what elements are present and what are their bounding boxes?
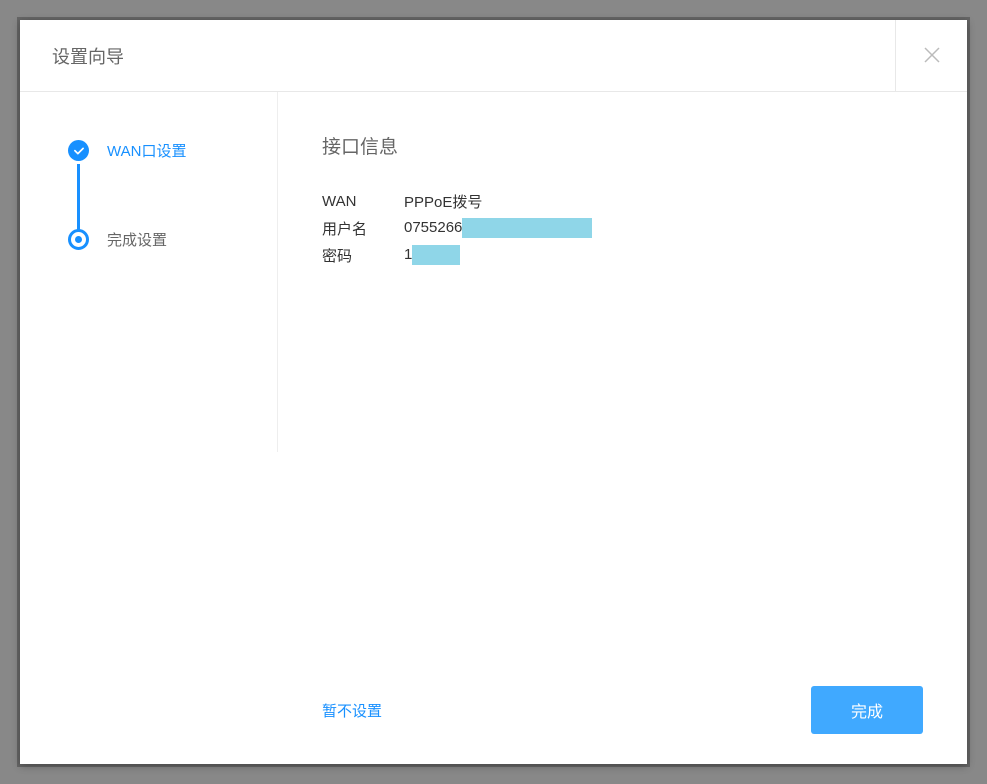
info-value: PPPoE拨号 bbox=[404, 191, 482, 212]
wizard-sidebar: WAN口设置 完成设置 bbox=[20, 92, 278, 452]
check-circle-icon bbox=[68, 140, 89, 161]
info-row-username: 用户名 0755266 bbox=[322, 216, 923, 240]
info-label: WAN bbox=[322, 193, 404, 210]
redacted-block bbox=[412, 245, 460, 265]
step-label: WAN口设置 bbox=[107, 140, 186, 161]
step-label: 完成设置 bbox=[107, 229, 167, 250]
close-icon bbox=[922, 43, 942, 69]
radio-circle-icon bbox=[68, 229, 89, 250]
step-list: WAN口设置 完成设置 bbox=[68, 140, 277, 250]
info-row-wan: WAN PPPoE拨号 bbox=[322, 189, 923, 213]
dialog-body: WAN口设置 完成设置 接口信息 WAN PPPoE拨号 用户名 0755266 bbox=[20, 92, 967, 764]
step-wan-settings[interactable]: WAN口设置 bbox=[68, 140, 277, 161]
info-label: 密码 bbox=[322, 245, 404, 266]
finish-button[interactable]: 完成 bbox=[811, 686, 923, 734]
info-row-password: 密码 1 bbox=[322, 243, 923, 267]
info-label: 用户名 bbox=[322, 218, 404, 239]
dialog-title: 设置向导 bbox=[52, 43, 124, 69]
redacted-block bbox=[462, 218, 592, 238]
interface-info-table: WAN PPPoE拨号 用户名 0755266 密码 1 bbox=[322, 189, 923, 270]
wizard-footer: 暂不设置 完成 bbox=[322, 666, 923, 734]
setup-wizard-dialog: 设置向导 WAN口设置 完成设置 bbox=[20, 20, 967, 764]
dialog-header: 设置向导 bbox=[20, 20, 967, 92]
info-value: 1 bbox=[404, 245, 460, 265]
main-panel: 接口信息 WAN PPPoE拨号 用户名 0755266 密码 1 暂不设置 完… bbox=[278, 92, 967, 764]
info-value: 0755266 bbox=[404, 218, 592, 238]
step-finish[interactable]: 完成设置 bbox=[68, 229, 277, 250]
close-button[interactable] bbox=[895, 20, 967, 92]
section-title: 接口信息 bbox=[322, 132, 923, 159]
skip-button[interactable]: 暂不设置 bbox=[322, 700, 382, 721]
